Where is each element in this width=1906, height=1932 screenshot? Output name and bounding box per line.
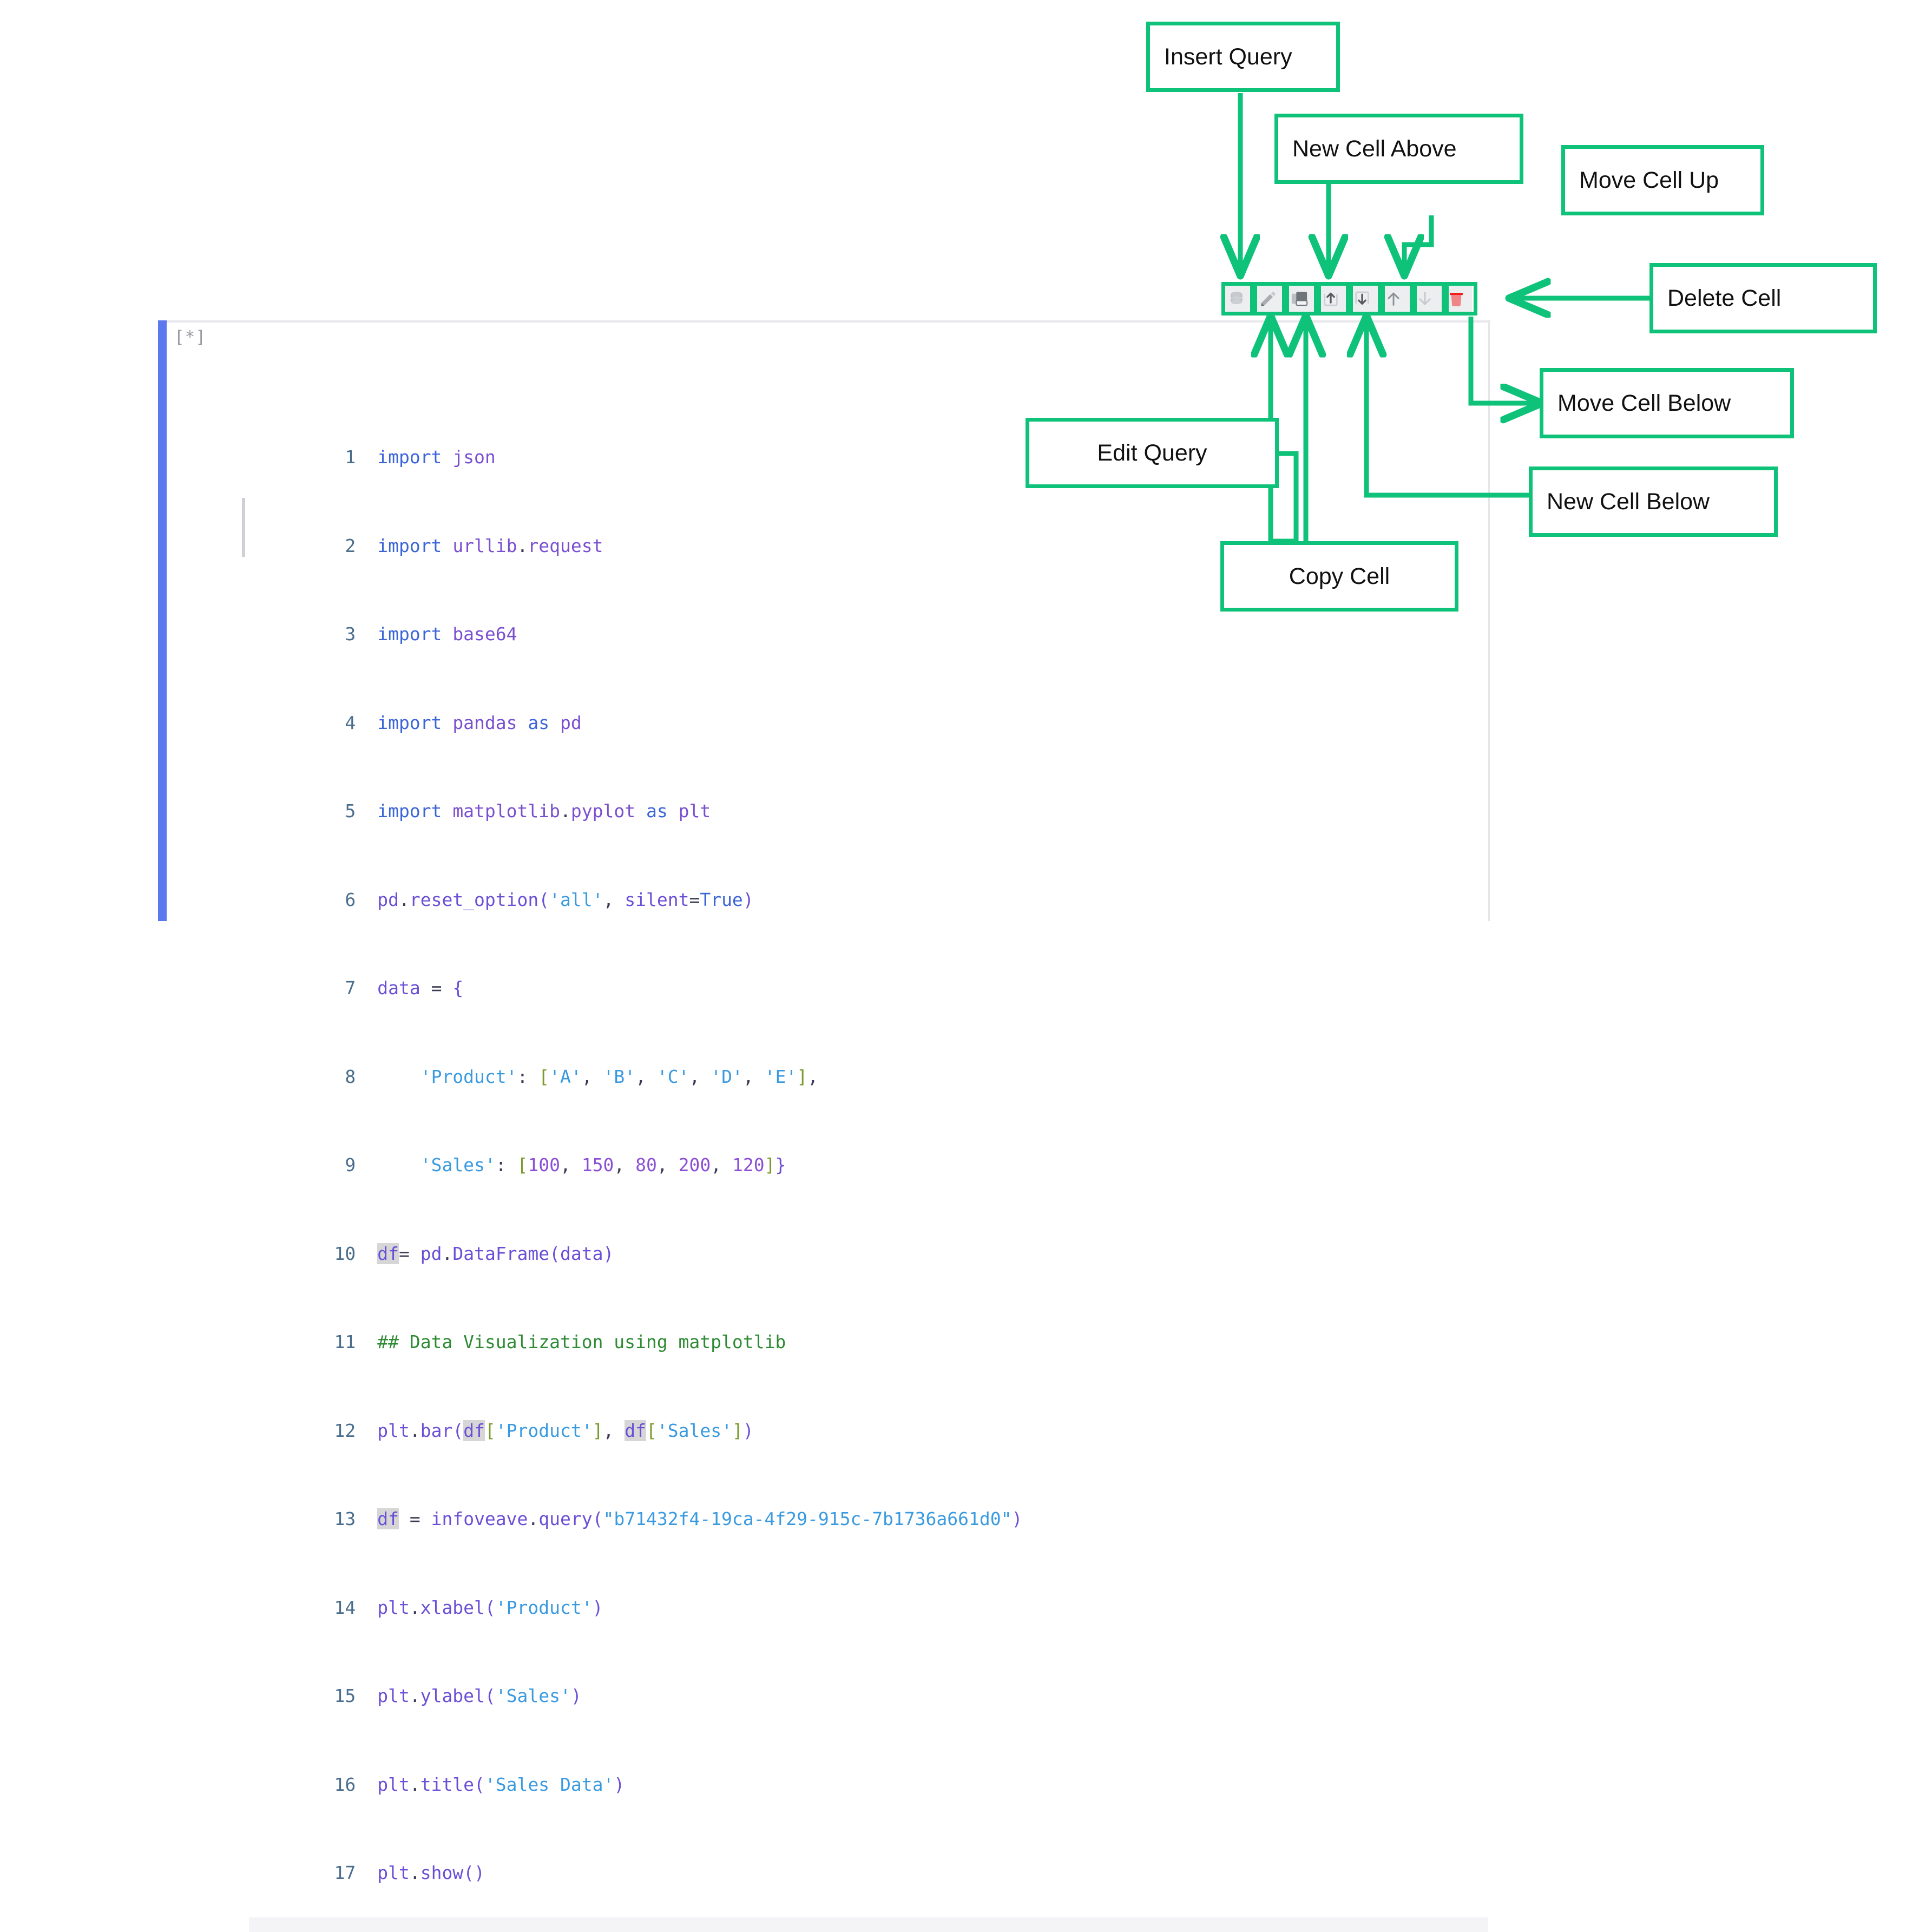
code-line[interactable]: 16 plt.title('Sales Data') [249,1740,1488,1795]
line-number: 16 [334,1773,356,1795]
line-number: 13 [334,1508,356,1529]
connector-move-cell-up [1404,215,1434,275]
code-line[interactable]: 1 import json [249,413,1488,468]
line-content: df= pd.DataFrame(data) [377,1243,614,1264]
indent-guide [242,498,245,557]
line-content: plt.show() [377,1862,485,1883]
line-number: 17 [334,1862,356,1883]
highlight-edit-query [1253,282,1286,316]
line-number: 4 [345,712,356,733]
code-line[interactable]: 17 plt.show() [249,1829,1488,1883]
callout-label: Move Cell Below [1557,390,1731,416]
callout-label: Move Cell Up [1579,167,1719,193]
line-number: 1 [345,446,356,468]
line-content: 'Product': ['A', 'B', 'C', 'D', 'E'], [420,1066,818,1087]
line-number: 9 [345,1154,356,1175]
code-line[interactable]: 10 df= pd.DataFrame(data) [249,1210,1488,1264]
callout-insert-query: Insert Query [1146,22,1340,92]
highlight-move-cell-below [1413,282,1445,316]
callout-move-cell-up: Move Cell Up [1561,145,1764,215]
code-line[interactable]: 13 df = infoveave.query("b71432f4-19ca-4f… [249,1475,1488,1529]
line-content: plt.xlabel('Product') [377,1596,603,1618]
line-content: plt.ylabel('Sales') [377,1685,582,1706]
line-number: 3 [345,623,356,645]
line-content: 'Sales': [100, 150, 80, 200, 120]} [420,1154,786,1175]
callout-move-cell-below: Move Cell Below [1540,368,1794,438]
callout-label: New Cell Below [1547,488,1710,515]
code-line[interactable]: 14 plt.xlabel('Product') [249,1563,1488,1618]
line-content: import pandas as pd [377,712,582,733]
code-line-active[interactable]: 18df [249,1917,1488,1932]
callout-new-cell-below: New Cell Below [1529,466,1778,537]
highlight-copy-cell [1285,282,1318,316]
line-number: 10 [334,1243,356,1264]
code-line[interactable]: 9 'Sales': [100, 150, 80, 200, 120]} [249,1121,1488,1175]
line-number: 7 [345,977,356,998]
cell-selected-accent-bar [158,320,167,921]
code-line[interactable]: 8 'Product': ['A', 'B', 'C', 'D', 'E'], [249,1033,1488,1087]
highlight-new-cell-below [1349,282,1382,316]
code-line[interactable]: 5 import matplotlib.pyplot as plt [249,767,1488,822]
callout-edit-query: Edit Query [1026,418,1279,488]
callout-label: Delete Cell [1667,285,1782,311]
code-line[interactable]: 15 plt.ylabel('Sales') [249,1652,1488,1706]
line-number: 8 [345,1066,356,1087]
cell-execution-prompt: [*] [174,327,206,347]
screenshot-root: [*] 1 import json 2 import urllib.request … [0,0,1906,1932]
callout-label: Edit Query [1097,439,1207,466]
code-line[interactable]: 11 ## Data Visualization using matplotlib [249,1298,1488,1352]
code-line[interactable]: 2 import urllib.request [249,502,1488,556]
line-content: import matplotlib.pyplot as plt [377,800,711,822]
cell-top-border [158,320,1490,323]
line-number: 12 [334,1420,356,1441]
highlight-delete-cell [1445,282,1477,316]
line-content: import base64 [377,623,517,645]
callout-label: Insert Query [1164,43,1292,70]
highlight-new-cell-above [1317,282,1350,316]
line-content: ## Data Visualization using matplotlib [377,1331,786,1352]
callout-copy-cell: Copy Cell [1220,541,1458,612]
callout-label: New Cell Above [1292,135,1457,162]
code-line[interactable]: 4 import pandas as pd [249,679,1488,733]
line-content: pd.reset_option('all', silent=True) [377,889,754,910]
callout-label: Copy Cell [1289,563,1390,589]
callout-new-cell-above: New Cell Above [1274,114,1523,184]
line-number: 5 [345,800,356,822]
line-number: 14 [334,1596,356,1618]
line-content: import json [377,446,496,468]
line-content: plt.bar(df['Product'], df['Sales']) [377,1420,754,1441]
line-content: plt.title('Sales Data') [377,1773,625,1795]
line-number: 6 [345,889,356,910]
line-number: 2 [345,535,356,556]
highlight-move-cell-up [1381,282,1414,316]
line-number: 11 [334,1331,356,1352]
highlight-insert-query [1221,282,1254,316]
line-content: data = { [377,977,464,998]
code-line[interactable]: 6 pd.reset_option('all', silent=True) [249,856,1488,910]
code-line[interactable]: 12 plt.bar(df['Product'], df['Sales']) [249,1386,1488,1441]
line-number: 15 [334,1685,356,1706]
cell-right-border [1488,320,1490,921]
line-content: df = infoveave.query("b71432f4-19ca-4f29… [377,1508,1023,1529]
line-content: import urllib.request [377,535,603,556]
code-line[interactable]: 7 data = { [249,944,1488,998]
callout-delete-cell: Delete Cell [1649,263,1877,333]
